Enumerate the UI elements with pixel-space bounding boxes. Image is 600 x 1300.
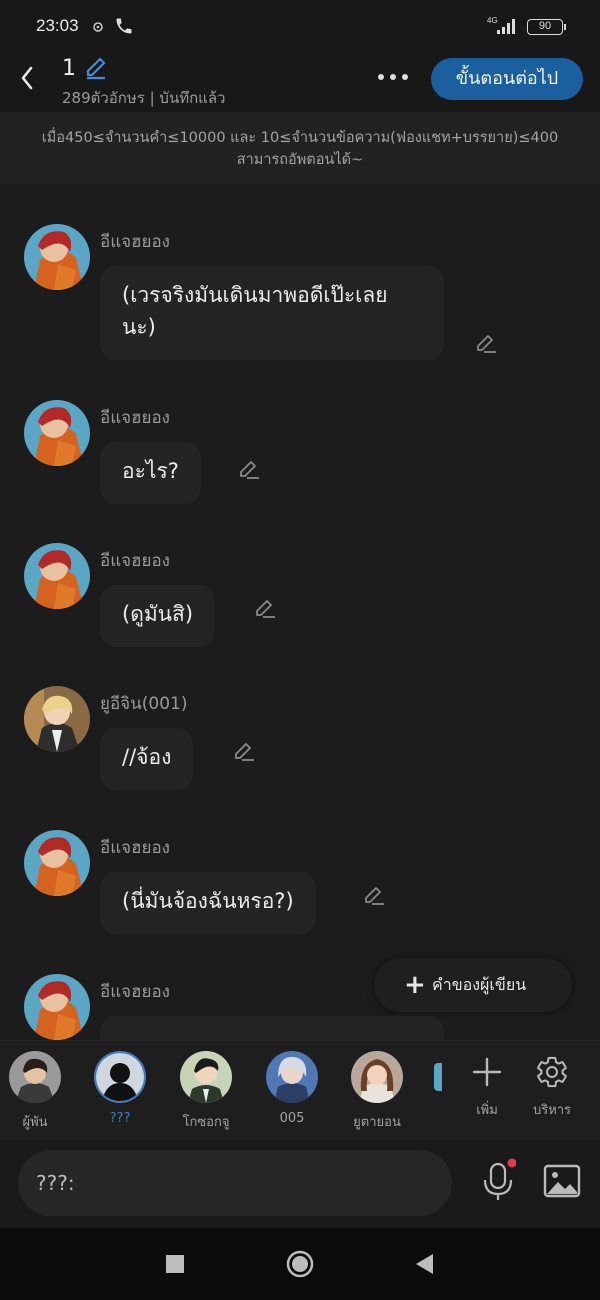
app-bar: 1 289ตัวอักษร | บันทึกแล้ว ขั้นตอนต่อไป — [0, 52, 600, 112]
notification-icon — [92, 18, 104, 37]
edit-message-icon[interactable] — [237, 458, 261, 486]
message-text: (ดูมันสิ) — [122, 602, 194, 626]
sender-name: อีแจฮยอง — [100, 551, 170, 571]
sender-name: ยูอีจิน(001) — [100, 694, 188, 714]
avatar-lee-jaehyung[interactable] — [24, 400, 90, 466]
gear-icon — [537, 1056, 567, 1088]
status-time: 23:03 — [36, 16, 79, 35]
edit-message-icon[interactable] — [362, 884, 386, 912]
message-text: นะ) — [122, 315, 156, 339]
partial-character-avatar[interactable] — [434, 1063, 442, 1091]
edit-title-icon[interactable] — [83, 55, 109, 85]
episode-title: 1 — [62, 56, 76, 81]
recording-dot — [507, 1158, 517, 1168]
character-ko-seokju[interactable]: โกซอกจู — [176, 1051, 236, 1132]
insert-image-button[interactable] — [543, 1164, 581, 1202]
status-bar: 23:03 4G 90 — [0, 0, 600, 52]
message-bubble[interactable]: (เวรจริงมันเดินมาพอดีเป๊ะเลย นะ) — [100, 266, 444, 360]
message-bubble[interactable]: //จ้อง — [100, 728, 194, 790]
message-input[interactable]: ???: — [18, 1150, 452, 1216]
avatar-lee-jaehyung[interactable] — [24, 830, 90, 896]
character-yoo-tayeon[interactable]: ยูตายอน — [347, 1051, 407, 1132]
manage-label: บริหาร — [532, 1103, 572, 1118]
notice-line-2: สามารถอัพตอนได้~ — [236, 152, 364, 168]
edit-message-icon[interactable] — [232, 740, 256, 768]
message-bubble[interactable] — [100, 1016, 444, 1040]
sender-name: อีแจฮยอง — [100, 408, 170, 428]
sender-name: อีแจฮยอง — [100, 232, 170, 252]
avatar-lee-jaehyung[interactable] — [24, 974, 90, 1040]
circle-icon — [286, 1250, 314, 1278]
character-name: ผู้พัน — [22, 1115, 48, 1130]
signal-icon — [496, 17, 518, 39]
sender-name: อีแจฮยอง — [100, 982, 170, 1002]
phone-icon — [114, 16, 134, 40]
message-bubble[interactable]: (ดูมันสิ) — [100, 585, 216, 647]
plus-icon: + — [404, 970, 426, 1000]
character-selector: ผู้พัน ??? โกซอกจู 005 ยูตายอน เพิ่ม บริ… — [0, 1040, 600, 1140]
notice-line-1: เมื่อ450≤จำนวนคำ≤10000 และ 10≤จำนวนข้อคว… — [41, 130, 559, 146]
more-options-button[interactable] — [374, 62, 412, 92]
message-text: (เวรจริงมันเดินมาพอดีเป๊ะเลย — [122, 283, 388, 307]
plus-icon — [472, 1057, 502, 1087]
character-name: ยูตายอน — [353, 1115, 401, 1130]
triangle-back-icon — [416, 1254, 433, 1274]
character-name: 005 — [279, 1111, 305, 1126]
chat-area[interactable]: อีแจฮยอง (เวรจริงมันเดินมาพอดีเป๊ะเลย นะ… — [0, 184, 600, 1040]
message-bubble[interactable]: (นี่มันจ้องฉันหรอ?) — [100, 872, 316, 934]
character-unknown[interactable]: ??? — [90, 1051, 150, 1126]
add-character-button[interactable]: เพิ่ม — [462, 1055, 512, 1120]
back-button[interactable] — [12, 60, 42, 96]
avatar-lee-jaehyung[interactable] — [24, 543, 90, 609]
add-label: เพิ่ม — [476, 1103, 498, 1118]
character-avatar — [266, 1051, 318, 1103]
edit-message-icon[interactable] — [253, 597, 277, 625]
home-button[interactable] — [285, 1250, 315, 1282]
back-arrow-icon — [21, 66, 33, 90]
message-text: //จ้อง — [122, 745, 172, 769]
battery-indicator: 90 — [527, 19, 566, 35]
recents-button[interactable] — [165, 1250, 185, 1282]
character-avatar — [351, 1051, 403, 1103]
manage-characters-button[interactable]: บริหาร — [527, 1055, 577, 1120]
word-count-status: 289ตัวอักษร | บันทึกแล้ว — [62, 89, 226, 107]
avatar-lee-jaehyung[interactable] — [24, 224, 90, 290]
edit-message-icon[interactable] — [474, 332, 498, 360]
microphone-icon — [483, 1158, 517, 1200]
character-name: โกซอกจู — [182, 1115, 230, 1130]
message-bubble[interactable]: อะไร? — [100, 442, 201, 504]
character-005[interactable]: 005 — [262, 1051, 322, 1126]
sender-name: อีแจฮยอง — [100, 838, 170, 858]
character-avatar — [180, 1051, 232, 1103]
character-colonel[interactable]: ผู้พัน — [5, 1051, 65, 1132]
square-icon — [166, 1255, 184, 1273]
character-avatar — [94, 1051, 146, 1103]
more-dots-icon — [378, 74, 408, 80]
next-step-button[interactable]: ขั้นตอนต่อไป — [431, 58, 583, 100]
back-nav-button[interactable] — [413, 1250, 435, 1282]
author-note-button[interactable]: + คำของผู้เขียน — [374, 958, 572, 1012]
microphone-button[interactable] — [480, 1158, 517, 1208]
message-text: (นี่มันจ้องฉันหรอ?) — [122, 889, 294, 913]
input-bar: ???: — [0, 1140, 600, 1228]
image-icon — [543, 1164, 581, 1198]
avatar-yoo-eejin[interactable] — [24, 686, 90, 752]
character-avatar — [9, 1051, 61, 1103]
system-navigation-bar — [0, 1228, 600, 1300]
author-note-label: คำของผู้เขียน — [432, 975, 527, 994]
character-name: ??? — [109, 1111, 131, 1126]
publish-requirement-notice: เมื่อ450≤จำนวนคำ≤10000 และ 10≤จำนวนข้อคว… — [0, 112, 600, 184]
message-text: อะไร? — [122, 459, 179, 483]
